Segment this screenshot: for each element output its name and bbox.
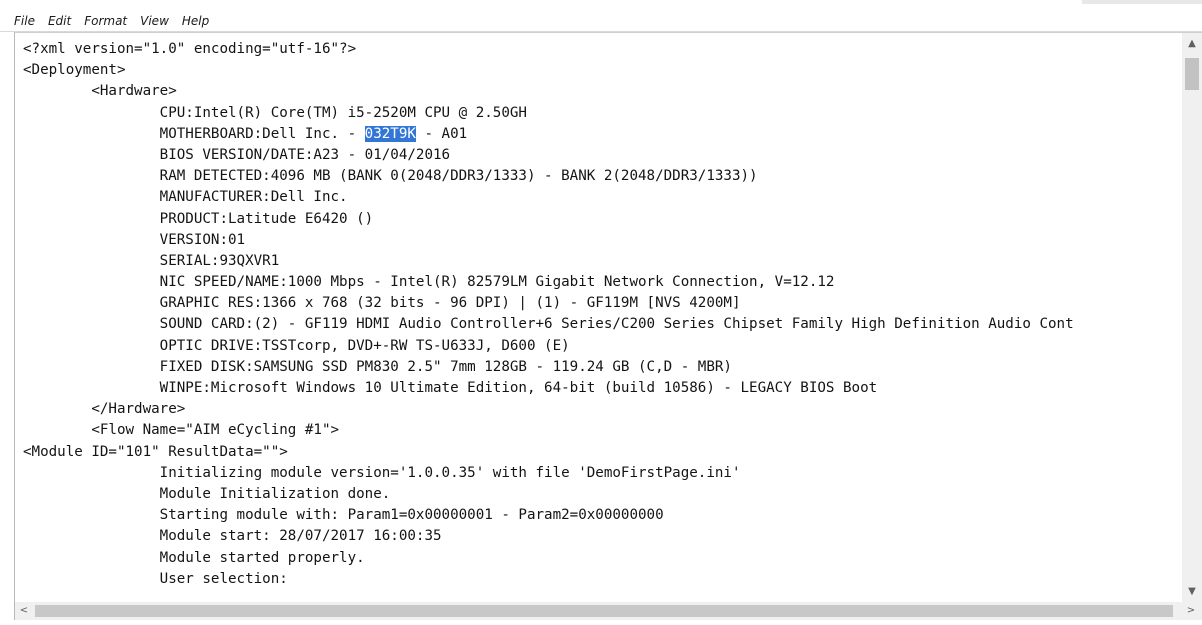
text-line: FIXED DISK:SAMSUNG SSD PM830 2.5" 7mm 12… bbox=[23, 358, 732, 375]
text-line-selected: MOTHERBOARD:Dell Inc. - 032T9K - A01 bbox=[23, 124, 1176, 145]
text-line: OPTIC DRIVE:TSSTcorp, DVD+-RW TS-U633J, … bbox=[23, 337, 570, 354]
text-line: SOUND CARD:(2) - GF119 HDMI Audio Contro… bbox=[23, 316, 1074, 333]
text-line: RAM DETECTED:4096 MB (BANK 0(2048/DDR3/1… bbox=[23, 168, 758, 185]
horizontal-scroll-thumb[interactable] bbox=[35, 605, 1173, 617]
text-editor[interactable]: <?xml version="1.0" encoding="utf-16"?> … bbox=[14, 32, 1202, 602]
text-line: <Deployment> bbox=[23, 62, 126, 79]
text-line: <?xml version="1.0" encoding="utf-16"?> bbox=[23, 41, 357, 57]
line-suffix: - A01 bbox=[415, 125, 468, 142]
scroll-up-icon[interactable]: ▲ bbox=[1182, 35, 1202, 52]
bottom-strip bbox=[0, 620, 1202, 625]
text-selection[interactable]: 032T9K bbox=[364, 125, 416, 142]
menu-edit[interactable]: Edit bbox=[48, 14, 71, 28]
text-line: WINPE:Microsoft Windows 10 Ultimate Edit… bbox=[23, 380, 878, 396]
title-strip bbox=[0, 0, 1202, 9]
text-line: Initializing module version='1.0.0.35' w… bbox=[23, 464, 741, 481]
text-line: </Hardware> bbox=[23, 401, 186, 418]
scroll-down-icon[interactable]: ▼ bbox=[1182, 583, 1202, 600]
menu-format[interactable]: Format bbox=[84, 14, 127, 28]
text-line: MANUFACTURER:Dell Inc. bbox=[23, 189, 348, 206]
horizontal-scrollbar[interactable]: < > bbox=[14, 602, 1202, 620]
text-line: VERSION:01 bbox=[23, 231, 246, 248]
text-line: Starting module with: Param1=0x00000001 … bbox=[23, 507, 664, 524]
text-line: CPU:Intel(R) Core(TM) i5-2520M CPU @ 2.5… bbox=[23, 104, 527, 121]
text-line: User selection: bbox=[23, 570, 288, 587]
text-line: Module started properly. bbox=[23, 549, 365, 566]
text-line: NIC SPEED/NAME:1000 Mbps - Intel(R) 8257… bbox=[23, 274, 835, 291]
text-line: BIOS VERSION/DATE:A23 - 01/04/2016 bbox=[23, 146, 451, 163]
text-line: Module Initialization done. bbox=[23, 485, 391, 502]
text-line: GRAPHIC RES:1366 x 768 (32 bits - 96 DPI… bbox=[23, 295, 741, 312]
line-prefix: MOTHERBOARD:Dell Inc. - bbox=[23, 125, 365, 142]
menu-help[interactable]: Help bbox=[182, 14, 209, 28]
text-line: <Module ID="101" ResultData=""> bbox=[23, 443, 288, 460]
text-line: Module start: 28/07/2017 16:00:35 bbox=[23, 528, 442, 545]
text-line: SERIAL:93QXVR1 bbox=[23, 252, 280, 269]
scroll-right-icon[interactable]: > bbox=[1182, 602, 1200, 620]
text-line: <Flow Name="AIM eCycling #1"> bbox=[23, 422, 340, 439]
title-accent bbox=[1082, 0, 1202, 4]
vertical-scroll-thumb[interactable] bbox=[1185, 58, 1199, 90]
menu-bar: File Edit Format View Help bbox=[0, 10, 1202, 32]
text-content[interactable]: <?xml version="1.0" encoding="utf-16"?> … bbox=[23, 39, 1176, 602]
vertical-scrollbar[interactable]: ▲ ▼ bbox=[1182, 33, 1202, 602]
text-line: <Hardware> bbox=[23, 83, 177, 100]
scroll-left-icon[interactable]: < bbox=[15, 602, 33, 620]
text-line: PRODUCT:Latitude E6420 () bbox=[23, 210, 374, 227]
menu-view[interactable]: View bbox=[140, 14, 169, 28]
notepad-window: File Edit Format View Help <?xml version… bbox=[0, 0, 1202, 625]
menu-file[interactable]: File bbox=[14, 14, 35, 28]
